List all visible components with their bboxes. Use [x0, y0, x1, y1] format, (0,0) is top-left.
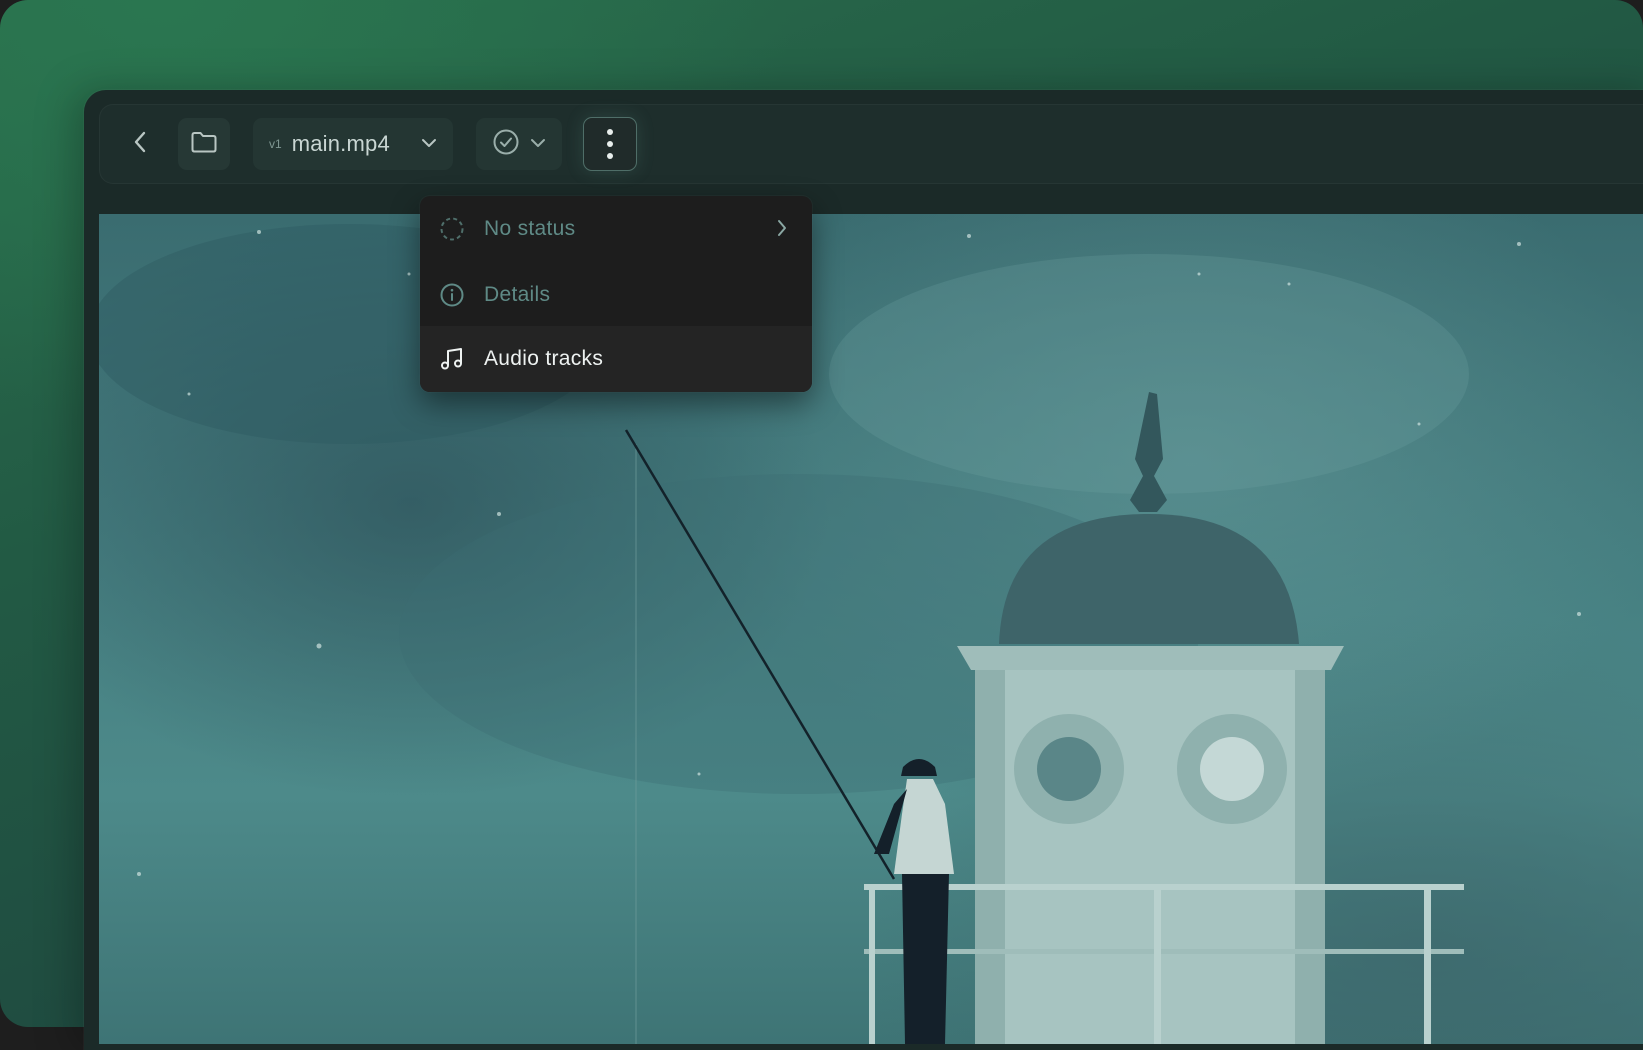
folder-button[interactable]	[178, 118, 230, 170]
dashed-circle-icon	[438, 215, 466, 243]
menu-item-label: Audio tracks	[484, 347, 604, 370]
music-note-icon	[438, 345, 466, 373]
chevron-left-icon	[133, 130, 147, 159]
folder-icon	[190, 130, 218, 159]
video-frame-image	[99, 224, 1581, 1044]
menu-item-audio-tracks[interactable]: Audio tracks	[420, 326, 812, 392]
status-selector[interactable]	[476, 118, 562, 170]
more-options-button[interactable]	[583, 117, 637, 171]
more-vertical-icon	[607, 126, 613, 162]
info-icon	[438, 281, 466, 309]
menu-item-no-status[interactable]: No status	[420, 196, 812, 262]
chevron-down-icon	[421, 135, 437, 153]
check-circle-icon	[492, 128, 520, 161]
chevron-down-icon	[530, 135, 546, 153]
chevron-right-icon	[776, 218, 788, 243]
back-button[interactable]	[120, 119, 160, 169]
menu-item-label: Details	[484, 283, 551, 306]
menu-item-details[interactable]: Details	[420, 262, 812, 328]
file-name: main.mp4	[291, 131, 390, 156]
menu-item-label: No status	[484, 217, 576, 240]
media-viewer[interactable]	[99, 214, 1643, 1044]
options-dropdown-menu: No status Details Audio tracks	[420, 196, 812, 392]
file-version-selector[interactable]: v1 main.mp4	[253, 118, 453, 170]
version-label: v1	[269, 137, 282, 151]
